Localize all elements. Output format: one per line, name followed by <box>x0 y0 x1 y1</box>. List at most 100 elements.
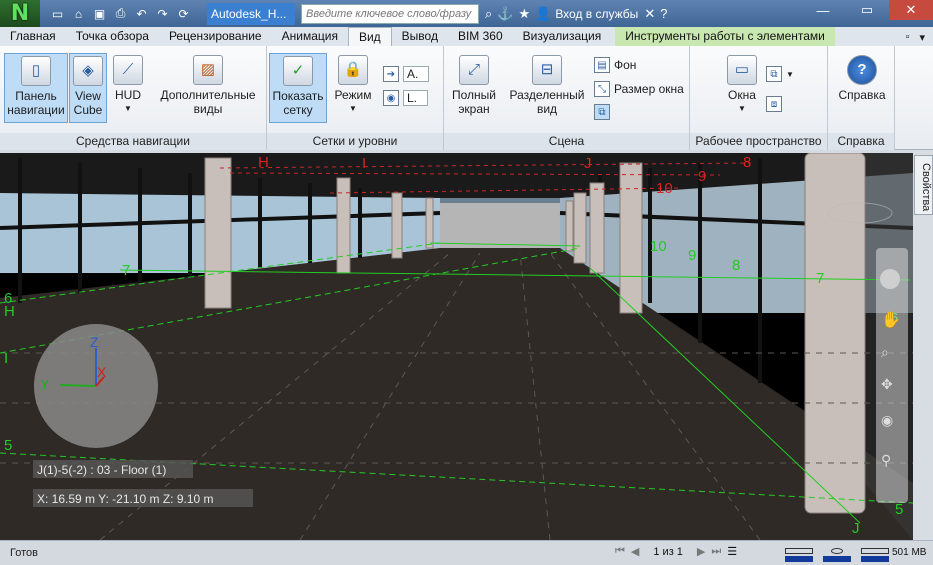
navigation-bar-button[interactable]: ▯ Панель навигации <box>4 53 68 123</box>
application-menu-button[interactable]: N <box>0 0 40 27</box>
panel-title-help: Справка <box>828 133 894 150</box>
look-icon[interactable]: ◉ <box>881 412 893 428</box>
search-input[interactable]: Введите ключевое слово/фразу <box>301 3 479 24</box>
tab-render[interactable]: Визуализация <box>513 27 612 46</box>
redo-icon[interactable]: ↷ <box>153 4 172 23</box>
tab-home[interactable]: Главная <box>0 27 66 46</box>
ribbon-minimize-icon[interactable]: ▫ <box>906 31 910 44</box>
tab-output[interactable]: Вывод <box>392 27 448 46</box>
background-button[interactable]: ▤ Фон <box>594 57 636 73</box>
load-workspace-button[interactable]: ⧉ ▼ <box>766 66 794 82</box>
save-workspace-button[interactable]: ⧈ <box>766 96 782 112</box>
close-icon[interactable]: ✕ <box>889 0 933 20</box>
background-icon: ▤ <box>594 57 610 73</box>
split-view-button[interactable]: ⊟ Разделенный вид <box>506 55 588 116</box>
mode-button[interactable]: 🔒 Режим ▼ <box>331 55 375 116</box>
undo-icon[interactable]: ↶ <box>132 4 151 23</box>
help-circle-icon: ? <box>847 55 877 85</box>
save-workspace-icon: ⧈ <box>766 96 782 112</box>
help-button[interactable]: ? Справка <box>834 55 890 102</box>
help-icon[interactable]: ? <box>660 6 667 21</box>
grid-label: 5 <box>4 437 12 454</box>
window-size-button[interactable]: ⤡ Размер окна <box>594 81 684 97</box>
grid-check-icon: ✓ <box>283 56 313 86</box>
panel-navigation: ▯ Панель навигации ◈ View Cube ⟋ HUD ▼ ▨… <box>0 46 267 150</box>
print-icon[interactable]: ⎙ <box>111 4 130 23</box>
tab-bim360[interactable]: BIM 360 <box>448 27 513 46</box>
quick-access-toolbar: ▭ ⌂ ▣ ⎙ ↶ ↷ ⟳ <box>48 4 193 23</box>
grid-label: 10 <box>656 180 673 197</box>
page-indicator: 1 из 1 <box>653 545 683 558</box>
windows-button[interactable]: ▭ Окна ▼ <box>720 55 764 116</box>
orbit-icon[interactable]: ✥ <box>881 376 893 392</box>
prev-page-icon[interactable]: ◀ <box>631 545 639 558</box>
tab-review[interactable]: Рецензирование <box>159 27 272 46</box>
favorites-star-icon[interactable]: ★ <box>518 6 530 22</box>
subscription-icon[interactable]: ⚓ <box>497 6 513 22</box>
hud-button[interactable]: ⟋ HUD ▼ <box>110 55 146 116</box>
panel-title-grids: Сетки и уровни <box>267 133 443 150</box>
chevron-down-icon: ▼ <box>786 69 794 79</box>
tab-animation[interactable]: Анимация <box>272 27 348 46</box>
lock-icon: 🔒 <box>338 55 368 85</box>
last-page-icon[interactable]: ⏭ <box>711 545 721 558</box>
new-file-icon[interactable]: ▭ <box>48 4 67 23</box>
column <box>589 182 605 274</box>
grid-label: 7 <box>122 262 130 279</box>
column <box>425 197 434 249</box>
grid-label: H <box>4 303 15 320</box>
save-icon[interactable]: ▣ <box>90 4 109 23</box>
login-button[interactable]: Вход в службы <box>555 7 638 21</box>
user-icon[interactable]: 👤 <box>535 6 551 22</box>
grid-label: H <box>258 154 269 171</box>
walk-icon[interactable]: ⚲ <box>881 452 891 468</box>
split-view-icon: ⊟ <box>532 55 562 85</box>
search-icon[interactable]: ⌕ <box>485 6 492 22</box>
grid-level-combo[interactable]: ◉ L. <box>383 90 429 106</box>
tab-view[interactable]: Вид <box>347 27 392 46</box>
sheet-list-icon[interactable]: ☰ <box>727 545 737 558</box>
sheet-pager: ⏮ ◀ 1 из 1 ▶ ⏭ ☰ <box>615 545 737 558</box>
panel-title-scene: Сцена <box>444 133 689 150</box>
location-hud: J(1)-5(-2) : 03 - Floor (1) <box>37 463 166 477</box>
grid-label: I <box>4 350 8 367</box>
first-page-icon[interactable]: ⏮ <box>615 545 625 558</box>
tab-item-tools[interactable]: Инструменты работы с элементами <box>615 27 835 46</box>
panel-scene: ⤢ Полный экран ⊟ Разделенный вид ▤ Фон ⤡… <box>444 46 690 150</box>
extra-views-button[interactable]: ▨ Дополнительные виды <box>156 55 260 116</box>
zoom-icon[interactable]: ⌕ <box>881 344 889 360</box>
panel-title-workspace: Рабочее пространство <box>690 133 827 150</box>
map-icon: ▨ <box>193 55 223 85</box>
y-axis <box>59 384 97 387</box>
chevron-down-icon: ▼ <box>349 104 357 113</box>
model-link-icon: ➔ <box>383 66 399 82</box>
navigation-bar-icon: ▯ <box>21 56 51 86</box>
scene-viewport[interactable]: H I J 8 9 10 7 6 5 I J H 9 10 8 7 6 5 Z … <box>0 153 913 540</box>
grid-model-combo[interactable]: ➔ A. <box>383 66 430 82</box>
next-page-icon[interactable]: ▶ <box>697 545 705 558</box>
fullscreen-button[interactable]: ⤢ Полный экран <box>448 55 500 116</box>
maximize-icon[interactable]: ▭ <box>845 0 889 20</box>
minimize-icon[interactable]: — <box>801 0 845 20</box>
gizmo-y-label: Y <box>40 376 50 392</box>
column <box>619 162 643 314</box>
ribbon-options-icon[interactable]: ▾ <box>919 31 925 44</box>
column <box>565 200 574 252</box>
tab-viewpoint[interactable]: Точка обзора <box>66 27 159 46</box>
properties-tab[interactable]: Свойства <box>914 155 933 215</box>
resize-icon: ⤡ <box>594 81 610 97</box>
scene-toggle-button[interactable]: ⧉ <box>594 104 610 120</box>
open-file-icon[interactable]: ⌂ <box>69 4 88 23</box>
pan-hand-icon[interactable]: ✋ <box>881 310 901 329</box>
grid-label: 9 <box>698 168 706 185</box>
refresh-icon[interactable]: ⟳ <box>174 4 193 23</box>
viewcube-button[interactable]: ◈ View Cube <box>69 53 107 123</box>
ribbon: ▯ Панель навигации ◈ View Cube ⟋ HUD ▼ ▨… <box>0 46 933 150</box>
show-grid-button[interactable]: ✓ Показать сетку <box>269 53 327 123</box>
ribbon-tabs: Главная Точка обзора Рецензирование Аним… <box>0 27 933 46</box>
exchange-icon[interactable]: ✕ <box>644 6 655 22</box>
steering-wheel-icon[interactable] <box>880 269 900 289</box>
grid-label: 8 <box>732 257 740 274</box>
grid-label: J <box>852 520 860 537</box>
grid-label: J <box>584 155 592 172</box>
